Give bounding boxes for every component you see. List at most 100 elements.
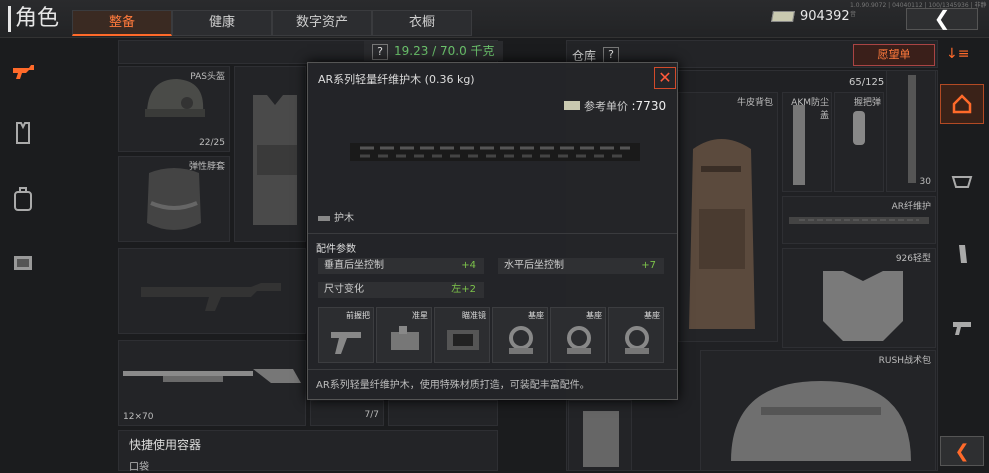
stat-horizontal-recoil: 水平后坐控制 +7 — [498, 258, 664, 274]
foregrip-icon — [331, 332, 361, 354]
backpack-icon[interactable] — [10, 186, 36, 212]
quick-container-title: 快捷使用容器 — [129, 438, 202, 452]
item-ar-fiber-handguard[interactable]: AR纤维护 — [782, 196, 936, 244]
attach-label: 基座 — [528, 311, 544, 320]
item-926-light-rig[interactable]: 926轻型 — [782, 248, 936, 348]
magazine-icon[interactable] — [940, 234, 984, 274]
neck-gaiter-icon — [147, 168, 201, 230]
close-icon: ✕ — [658, 68, 672, 87]
stat-value: 左+2 — [451, 284, 476, 295]
attach-label: 准星 — [412, 311, 428, 320]
cash-icon — [564, 101, 580, 110]
basket-icon[interactable] — [940, 160, 984, 200]
item-type: 护木 — [318, 209, 354, 224]
quick-container: 快捷使用容器 口袋 — [118, 430, 498, 473]
attach-slot-mount-3[interactable]: 基座 — [608, 307, 664, 363]
helmet-durability: 22/25 — [199, 138, 225, 148]
warehouse-capacity: 65/125 — [849, 77, 885, 88]
handguard-icon — [908, 75, 916, 183]
vest-icon[interactable] — [10, 120, 36, 146]
tab-wardrobe[interactable]: 衣橱 — [372, 10, 472, 36]
collapse-button[interactable]: ❮ — [940, 436, 984, 466]
attach-slot-foregrip[interactable]: 前握把 — [318, 307, 374, 363]
grip-icon — [853, 111, 865, 145]
money-display: 904392 — [771, 9, 850, 24]
divider — [308, 233, 677, 234]
dust-cover-icon — [793, 105, 805, 185]
shotgun-icon — [123, 369, 301, 383]
divider — [308, 369, 677, 370]
warehouse-help-button[interactable]: ? — [603, 47, 619, 63]
gun-icon[interactable] — [10, 58, 36, 84]
tab-digital-assets[interactable]: 数字资产 — [272, 10, 372, 36]
item-rush-tactical-pack[interactable]: RUSH战术包 — [700, 350, 936, 471]
price-label: 参考单价 — [584, 100, 628, 113]
vest-icon — [583, 411, 619, 467]
front-sight-icon — [391, 326, 419, 350]
helmet-slot[interactable]: PAS头盔 22/25 — [118, 66, 230, 152]
params-title: 配件参数 — [316, 244, 356, 255]
body-armor-icon — [253, 95, 297, 225]
pistol-icon[interactable] — [940, 308, 984, 348]
ammo-slot[interactable]: 7/7 — [310, 400, 384, 426]
mount-icon — [567, 326, 591, 354]
item-cowhide-backpack[interactable]: 牛皮背包 — [678, 92, 778, 342]
shotgun-ammo-count: 7/7 — [364, 410, 379, 420]
extra-slot[interactable] — [388, 400, 498, 426]
weight-value: 19.23 / 70.0 千克 — [394, 44, 495, 58]
mount-icon — [625, 326, 649, 354]
handguard-type-icon — [318, 216, 330, 221]
back-button[interactable]: ❮ — [906, 8, 978, 30]
attach-label: 瞄准镜 — [462, 311, 486, 320]
attach-label: 前握把 — [346, 311, 370, 320]
close-button[interactable]: ✕ — [654, 67, 676, 89]
handguard-image — [350, 143, 640, 161]
item-ar-handguard-stack[interactable]: 30 — [886, 70, 936, 192]
armor-slot[interactable] — [234, 66, 306, 242]
weight-display: ? 19.23 / 70.0 千克 — [364, 41, 503, 61]
attach-slot-mount-1[interactable]: 基座 — [492, 307, 548, 363]
tab-equip[interactable]: 整备 — [72, 10, 172, 36]
helmet-icon — [145, 79, 205, 117]
item-grip[interactable]: 握把弹 — [834, 92, 884, 192]
stat-name: 垂直后坐控制 — [324, 260, 384, 271]
stat-value: +4 — [461, 260, 476, 271]
tactical-pack-icon — [731, 381, 911, 461]
stat-size-change: 尺寸变化 左+2 — [318, 282, 484, 298]
attach-label: 基座 — [644, 311, 660, 320]
stat-name: 尺寸变化 — [324, 284, 364, 295]
chest-rig-icon — [823, 271, 903, 341]
item-vest[interactable] — [568, 400, 632, 471]
attach-slot-mount-2[interactable]: 基座 — [550, 307, 606, 363]
neck-slot[interactable]: 弹性脖套 — [118, 156, 230, 242]
item-akm-dust-cover[interactable]: AKM防尘盖 — [782, 92, 832, 192]
page-title: 角色 — [8, 6, 59, 32]
sort-icon[interactable]: ↓≡ — [946, 46, 969, 62]
price-value: :7730 — [631, 99, 667, 113]
cash-icon — [771, 11, 795, 22]
chevron-left-icon: ❮ — [933, 6, 951, 30]
popup-title: AR系列轻量纤维护木 (0.36 kg) — [318, 73, 475, 86]
rifle-silhouette-icon — [141, 283, 281, 311]
home-icon[interactable] — [940, 84, 984, 124]
stat-name: 水平后坐控制 — [504, 260, 564, 271]
attach-label: 基座 — [586, 311, 602, 320]
shotgun-ammo-size: 12×70 — [123, 412, 154, 422]
wishlist-button[interactable]: 愿望单 — [853, 44, 935, 66]
item-label: RUSH战术包 — [878, 356, 931, 366]
money-value: 904392 — [800, 9, 850, 24]
item-label: AR纤维护 — [891, 202, 931, 212]
primary-weapon-slot[interactable] — [118, 248, 306, 334]
item-description: AR系列轻量纤维护木，使用特殊材质打造，可装配丰富配件。 — [316, 380, 590, 391]
attach-slot-scope[interactable]: 瞄准镜 — [434, 307, 490, 363]
handguard-icon — [789, 217, 929, 224]
attach-slot-front-sight[interactable]: 准星 — [376, 307, 432, 363]
tab-health[interactable]: 健康 — [172, 10, 272, 36]
ammo-box-icon[interactable] — [10, 250, 36, 276]
leather-backpack-icon — [689, 139, 755, 329]
chevron-left-icon: ❮ — [954, 440, 970, 462]
item-label: 牛皮背包 — [736, 98, 773, 108]
stat-vertical-recoil: 垂直后坐控制 +4 — [318, 258, 484, 274]
weight-help-button[interactable]: ? — [372, 44, 388, 60]
secondary-weapon-slot[interactable]: 12×70 — [118, 340, 306, 426]
